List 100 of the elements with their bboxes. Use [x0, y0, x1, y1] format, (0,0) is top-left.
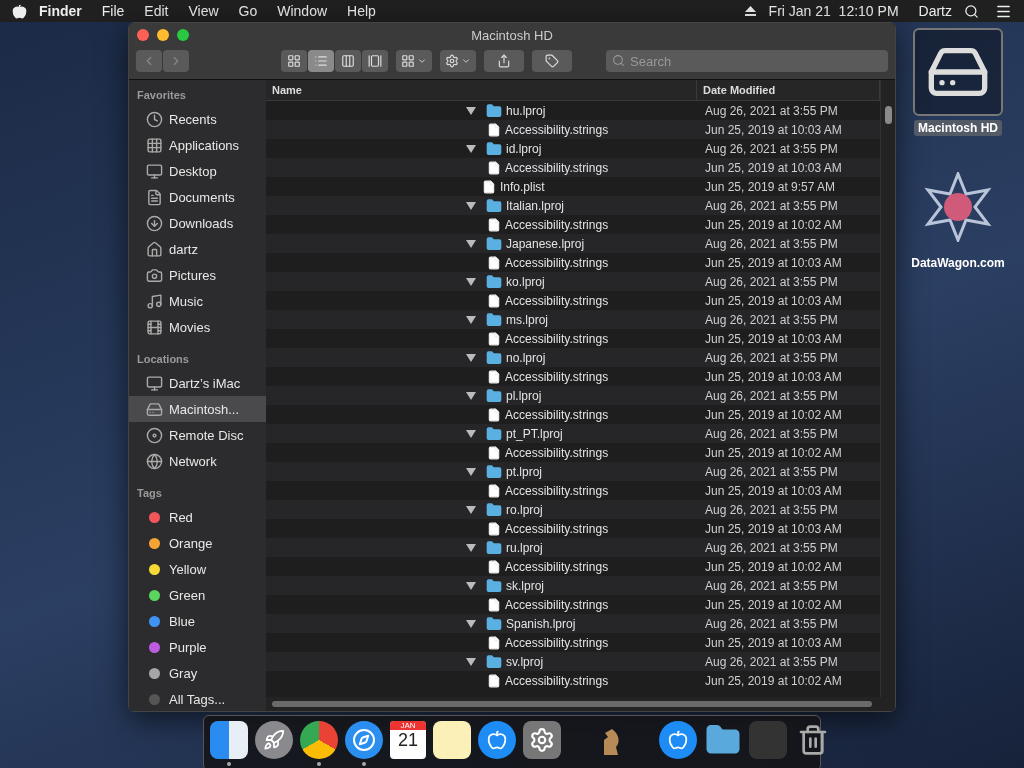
hard-drive-icon[interactable] — [913, 28, 1003, 116]
date-cell: Jun 25, 2019 at 10:03 AM — [697, 158, 880, 177]
rocket-icon[interactable] — [255, 720, 293, 759]
file-row[interactable]: sv.lproj — [266, 652, 697, 671]
compass-icon[interactable] — [345, 720, 383, 759]
document-icon — [487, 217, 501, 232]
folder-icon — [486, 349, 502, 366]
folder-icon — [486, 311, 502, 328]
search-icon[interactable] — [964, 3, 979, 19]
folder-icon — [486, 577, 502, 594]
sidebar-item[interactable]: Purple — [129, 634, 266, 660]
search-field[interactable]: Search — [606, 50, 888, 72]
caret-icon — [461, 56, 471, 66]
document-icon — [487, 445, 501, 460]
sidebar-item[interactable]: Orange — [129, 530, 266, 556]
view-button[interactable] — [281, 50, 307, 72]
icon-label[interactable]: DataWagon.com — [907, 255, 1009, 271]
gear-icon — [445, 54, 459, 68]
vertical-scrollbar[interactable] — [880, 80, 895, 697]
clock-icon — [146, 110, 163, 128]
file-row[interactable]: Accessibility.strings — [266, 120, 697, 139]
sidebar-item[interactable]: dartz — [129, 236, 266, 262]
user-name[interactable]: Dartz — [910, 3, 960, 19]
globe-icon — [146, 452, 163, 470]
sidebar-item[interactable]: Blue — [129, 608, 266, 634]
gear-icon[interactable] — [523, 720, 561, 759]
file-row[interactable]: ro.lproj — [266, 500, 697, 519]
document-icon — [487, 597, 501, 612]
sidebar-item[interactable]: Macintosh... — [129, 396, 266, 422]
gallery-icon — [368, 54, 382, 68]
sidebar-item[interactable]: Yellow — [129, 556, 266, 582]
column-header[interactable]: Date Modified — [697, 80, 880, 101]
window-title: Macintosh HD — [470, 27, 554, 43]
menu-item[interactable]: Go — [230, 3, 266, 19]
file-row[interactable]: ru.lproj — [266, 538, 697, 557]
file-row[interactable]: pt_PT.lproj — [266, 424, 697, 443]
date-cell: Aug 26, 2021 at 3:55 PM — [697, 234, 880, 253]
sidebar-item[interactable]: Applications — [129, 132, 266, 158]
notepad-icon[interactable] — [433, 720, 471, 759]
group-button[interactable] — [396, 50, 432, 72]
file-row[interactable]: pt.lproj — [266, 462, 697, 481]
section-title: Favorites — [136, 88, 187, 103]
sidebar-item[interactable]: Pictures — [129, 262, 266, 288]
apple-icon[interactable] — [12, 3, 27, 19]
file-row[interactable]: Japanese.lproj — [266, 234, 697, 253]
scrollbar-thumb[interactable] — [272, 701, 872, 707]
menu-item[interactable]: Window — [269, 3, 336, 19]
app-menu[interactable]: Finder — [31, 3, 90, 19]
sidebar-item[interactable]: Dartz’s iMac — [129, 370, 266, 396]
file-row[interactable]: Accessibility.strings — [266, 158, 697, 177]
menu-item[interactable]: View — [180, 3, 227, 19]
folder-icon — [486, 197, 502, 214]
sidebar-item[interactable]: Red — [129, 504, 266, 530]
tag-button[interactable] — [532, 50, 572, 72]
file-row[interactable]: ms.lproj — [266, 310, 697, 329]
sidebar-item[interactable]: Music — [129, 288, 266, 314]
sidebar-item[interactable]: All Tags... — [129, 686, 266, 711]
sidebar-item[interactable]: Movies — [129, 314, 266, 340]
sidebar-item[interactable]: Remote Disc — [129, 422, 266, 448]
sidebar-item[interactable]: Recents — [129, 106, 266, 132]
icon-label[interactable]: Macintosh HD — [914, 120, 1002, 136]
action-button[interactable] — [440, 50, 476, 72]
menu-item[interactable]: File — [93, 3, 133, 19]
tag-icon — [545, 54, 559, 68]
sidebar-item[interactable]: Network — [129, 448, 266, 474]
apps-icon — [146, 136, 163, 154]
menu-item[interactable]: Edit — [136, 3, 177, 19]
share-button[interactable] — [484, 50, 524, 72]
close-button[interactable] — [137, 29, 149, 41]
sidebar-item[interactable]: Desktop — [129, 158, 266, 184]
file-row[interactable]: no.lproj — [266, 348, 697, 367]
folder-icon — [486, 425, 502, 442]
minimize-button[interactable] — [157, 29, 169, 41]
sidebar-item[interactable]: Documents — [129, 184, 266, 210]
desktop-icon — [146, 162, 163, 180]
hard-drive-icon — [146, 400, 163, 418]
file-row[interactable]: sk.lproj — [266, 576, 697, 595]
view-button[interactable] — [335, 50, 361, 72]
file-row[interactable]: Spanish.lproj — [266, 614, 697, 633]
eject-icon[interactable] — [743, 5, 757, 17]
document-icon — [487, 407, 501, 422]
sidebar-item[interactable]: Gray — [129, 660, 266, 686]
column-header[interactable]: Name — [266, 80, 697, 101]
sidebar-item[interactable]: Green — [129, 582, 266, 608]
file-row[interactable]: pl.lproj — [266, 386, 697, 405]
sidebar-item[interactable]: Downloads — [129, 210, 266, 236]
file-row[interactable]: Italian.lproj — [266, 196, 697, 215]
view-button[interactable] — [362, 50, 388, 72]
date-cell: Aug 26, 2021 at 3:55 PM — [697, 652, 880, 671]
folder-icon — [486, 387, 502, 404]
file-row[interactable]: ko.lproj — [266, 272, 697, 291]
menu-item[interactable]: Help — [339, 3, 384, 19]
clock-text[interactable]: Fri Jan 21 12:10 PM — [760, 3, 907, 19]
grid-icon — [401, 54, 415, 68]
folder-icon — [486, 653, 502, 670]
zoom-button[interactable] — [177, 29, 189, 41]
view-button[interactable] — [308, 50, 334, 72]
disc-icon — [146, 426, 163, 444]
calendar-icon[interactable]: JAN 21 — [390, 720, 426, 759]
camera-icon — [146, 266, 163, 284]
